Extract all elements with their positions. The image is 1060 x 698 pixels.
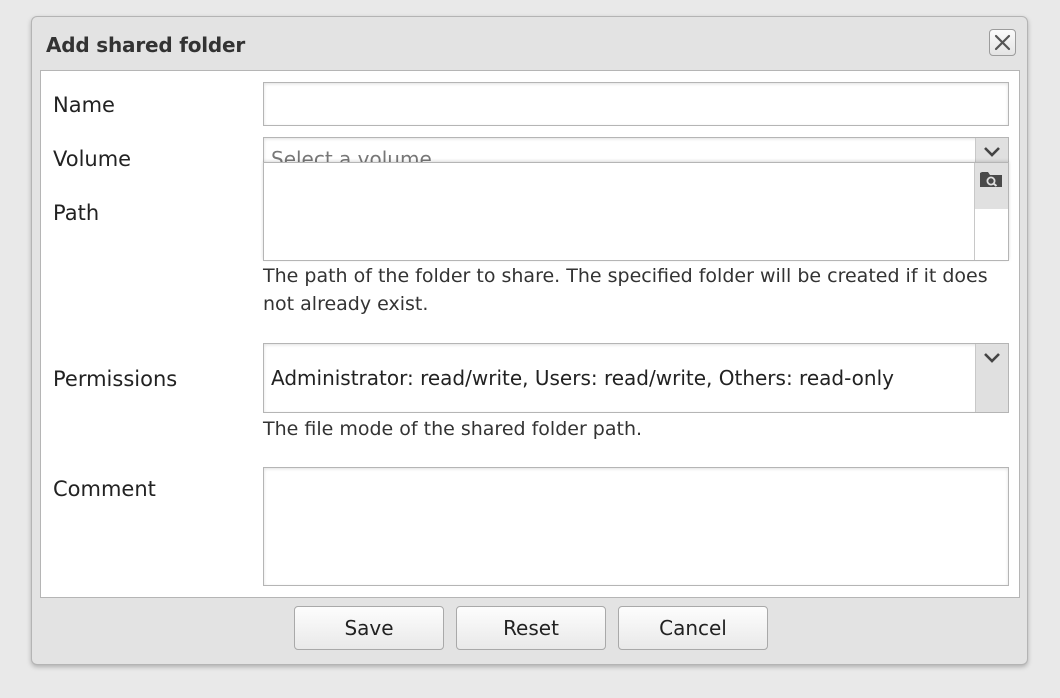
chevron-down-icon xyxy=(984,353,1000,363)
close-icon xyxy=(994,34,1011,51)
permissions-select[interactable]: Administrator: read/write, Users: read/w… xyxy=(263,343,1009,413)
folder-search-icon xyxy=(980,172,1002,187)
path-input[interactable] xyxy=(263,162,1009,261)
cancel-button[interactable]: Cancel xyxy=(618,606,768,650)
permissions-dropdown-trigger[interactable] xyxy=(975,344,1008,412)
permissions-description: The file mode of the shared folder path. xyxy=(263,418,643,440)
permissions-select-value: Administrator: read/write, Users: read/w… xyxy=(271,366,894,390)
dialog-title: Add shared folder xyxy=(46,33,246,57)
volume-label: Volume xyxy=(53,147,132,171)
close-button[interactable] xyxy=(989,29,1016,56)
reset-button[interactable]: Reset xyxy=(456,606,606,650)
name-input[interactable] xyxy=(263,82,1009,126)
add-shared-folder-dialog: Add shared folder Name Volume Select a v… xyxy=(31,16,1028,665)
chevron-down-icon xyxy=(984,147,1000,157)
path-description: The path of the folder to share. The spe… xyxy=(263,265,988,315)
path-label: Path xyxy=(53,201,100,225)
save-button[interactable]: Save xyxy=(294,606,444,650)
path-browse-button[interactable] xyxy=(974,163,1008,209)
comment-label: Comment xyxy=(53,477,156,501)
name-label: Name xyxy=(53,93,115,117)
comment-textarea[interactable] xyxy=(263,467,1009,586)
permissions-label: Permissions xyxy=(53,367,178,391)
form-panel: Name Volume Select a volume ... Path The… xyxy=(40,70,1020,598)
